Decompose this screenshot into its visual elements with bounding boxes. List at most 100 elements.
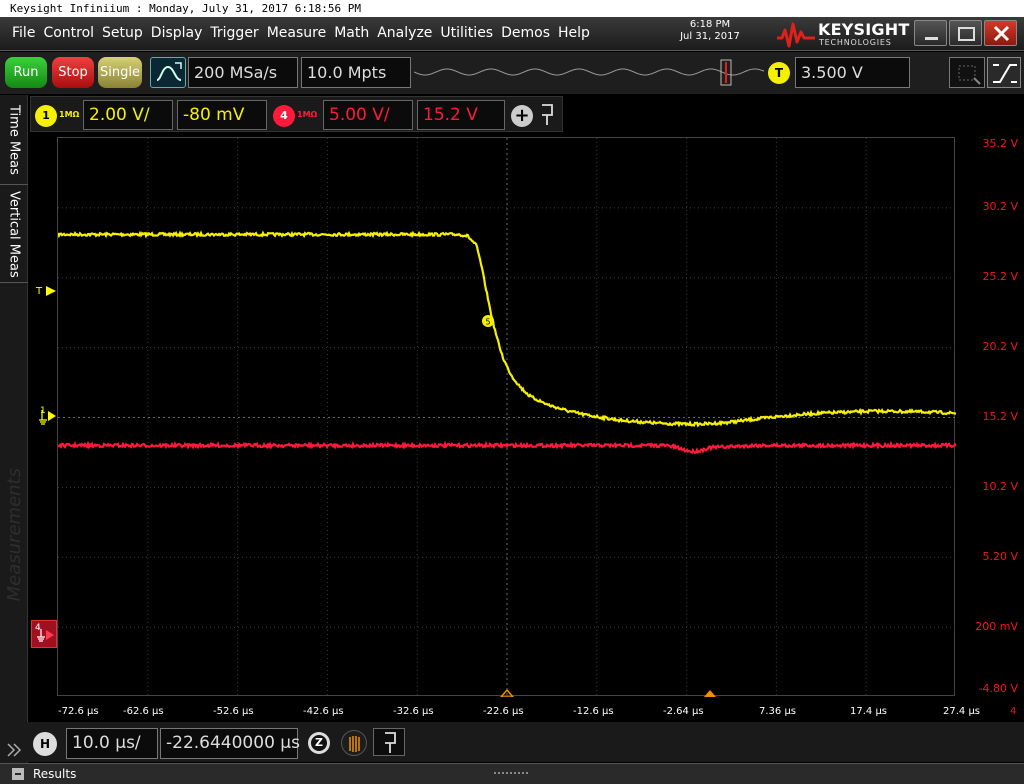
menu-utilities[interactable]: Utilities [440, 25, 493, 41]
clock-date: Jul 31, 2017 [680, 31, 740, 42]
close-icon [993, 25, 1010, 42]
menu-help[interactable]: Help [558, 25, 590, 41]
volt-label: 20.2 V [982, 340, 1018, 353]
channel-1-scale-field[interactable]: 2.00 V/ [83, 100, 173, 130]
brand-subtitle: TECHNOLOGIES [819, 38, 892, 47]
add-channel-button[interactable]: + [511, 105, 533, 127]
channel-4-badge[interactable]: 4 [273, 105, 295, 127]
clock: 6:18 PM Jul 31, 2017 [660, 19, 760, 43]
maximize-button[interactable] [949, 20, 982, 46]
maximize-icon [958, 27, 975, 41]
channel-1-badge[interactable]: 1 [35, 105, 57, 127]
volt-label: -4.80 V [978, 682, 1018, 695]
volt-label: 25.2 V [982, 270, 1018, 283]
overview-waveform-icon [413, 59, 765, 86]
time-label: -22.6 µs [483, 706, 524, 717]
channel-1-offset-field[interactable]: -80 mV [177, 100, 267, 130]
stop-button[interactable]: Stop [52, 57, 94, 88]
marker-button[interactable] [949, 57, 985, 88]
pin-icon [542, 104, 553, 125]
channel-4-offset-field[interactable]: 15.2 V [417, 100, 505, 130]
marker-5-label: 5 [485, 318, 490, 327]
marker-5-icon[interactable]: 5 [482, 315, 494, 327]
menu-file[interactable]: File [12, 25, 35, 41]
menu-math[interactable]: Math [334, 25, 369, 41]
autoscale-icon [156, 62, 182, 81]
tab-time-meas-label: Time Meas [6, 104, 22, 175]
zoom-label: Z [315, 736, 323, 749]
plus-icon: + [514, 105, 530, 126]
fine-adjust-knob[interactable] [341, 730, 367, 756]
autoscale-button[interactable] [150, 57, 186, 88]
channel-4-trace [58, 440, 956, 455]
waveform-display[interactable]: 5 [57, 137, 956, 697]
sample-rate-field[interactable]: 200 MSa/s [188, 57, 298, 88]
pin-icon [385, 732, 396, 753]
channel-1-ground-marker[interactable]: 1 [38, 406, 58, 429]
tab-vertical-meas[interactable]: Vertical Meas [0, 187, 28, 283]
timebase-scale-field[interactable]: 10.0 µs/ [66, 728, 158, 759]
acquisition-overview[interactable] [413, 57, 765, 88]
left-tab-strip: Time Meas Vertical Meas Measurements [0, 95, 28, 775]
resize-grip[interactable] [494, 772, 528, 776]
trigger-level-marker[interactable]: T [36, 285, 57, 297]
results-pane-icon [12, 768, 24, 780]
menu-demos[interactable]: Demos [501, 25, 550, 41]
run-button[interactable]: Run [5, 57, 47, 88]
horizontal-badge[interactable]: H [33, 732, 57, 756]
results-bar[interactable]: Results [0, 763, 1024, 784]
tab-vertical-meas-label: Vertical Meas [6, 191, 22, 278]
volt-label: 30.2 V [982, 200, 1018, 213]
minimize-icon [925, 37, 938, 40]
channel-1-impedance: 1MΩ [59, 110, 80, 119]
trigger-arrow-icon [46, 286, 57, 296]
memory-depth-field[interactable]: 10.0 Mpts [301, 57, 411, 88]
minimize-button[interactable] [914, 20, 947, 46]
menu-items: File Control Setup Display Trigger Measu… [12, 25, 590, 41]
pin-button[interactable] [536, 101, 558, 129]
knob-icon [349, 736, 360, 752]
clock-time: 6:18 PM [689, 19, 731, 30]
brand-name: KEYSIGHT [818, 20, 910, 39]
ground-marker-label: 1 [40, 406, 46, 416]
menu-control[interactable]: Control [43, 25, 94, 41]
brand-logo: KEYSIGHT TECHNOLOGIES [776, 20, 910, 48]
measurements-watermark: Measurements [3, 468, 25, 602]
menu-setup[interactable]: Setup [102, 25, 143, 41]
time-label: 17.4 µs [850, 706, 888, 717]
measurements-panel: Measurements [0, 445, 28, 625]
zoom-button[interactable]: Z [307, 731, 331, 755]
trigger-level-field[interactable]: 3.500 V [795, 57, 910, 88]
channel-4-scale-field[interactable]: 5.00 V/ [323, 100, 413, 130]
time-label: -32.6 µs [393, 706, 434, 717]
menu-analyze[interactable]: Analyze [377, 25, 432, 41]
reference-marker[interactable] [704, 690, 716, 697]
menu-display[interactable]: Display [151, 25, 203, 41]
pin-timebase-button[interactable] [373, 728, 405, 756]
results-label: Results [33, 767, 77, 781]
collapse-button[interactable] [2, 738, 26, 762]
timebase-position-field[interactable]: -22.6440000 µs [160, 728, 300, 759]
waveform-plot: 5 [58, 138, 956, 697]
volt-label: 15.2 V [982, 410, 1018, 423]
double-chevron-right-icon [7, 743, 22, 757]
channel-4-ground-marker[interactable]: 4 [31, 620, 57, 648]
volt-label: 10.2 V [982, 480, 1018, 493]
menu-measure[interactable]: Measure [267, 25, 327, 41]
time-label: -12.6 µs [573, 706, 614, 717]
keysight-wave-icon [777, 22, 815, 48]
menu-trigger[interactable]: Trigger [210, 25, 258, 41]
trigger-badge[interactable]: T [767, 61, 791, 85]
time-axis-channel-tag: 4 [1010, 706, 1017, 717]
volt-label: 5.20 V [982, 550, 1018, 563]
trigger-edge-button[interactable] [987, 57, 1021, 88]
time-label: -52.6 µs [213, 706, 254, 717]
close-button[interactable] [984, 20, 1017, 46]
menu-bar: File Control Setup Display Trigger Measu… [0, 17, 1024, 51]
channel-bar: 1 1MΩ 2.00 V/ -80 mV 4 1MΩ 5.00 V/ 15.2 … [30, 96, 563, 132]
toolbar: Run Stop Single 200 MSa/s 10.0 Mpts T 3.… [0, 52, 1024, 94]
channel-4-impedance: 1MΩ [297, 110, 318, 119]
single-button[interactable]: Single [98, 57, 142, 88]
trigger-marker-label: T [36, 286, 43, 297]
tab-time-meas[interactable]: Time Meas [0, 95, 28, 185]
